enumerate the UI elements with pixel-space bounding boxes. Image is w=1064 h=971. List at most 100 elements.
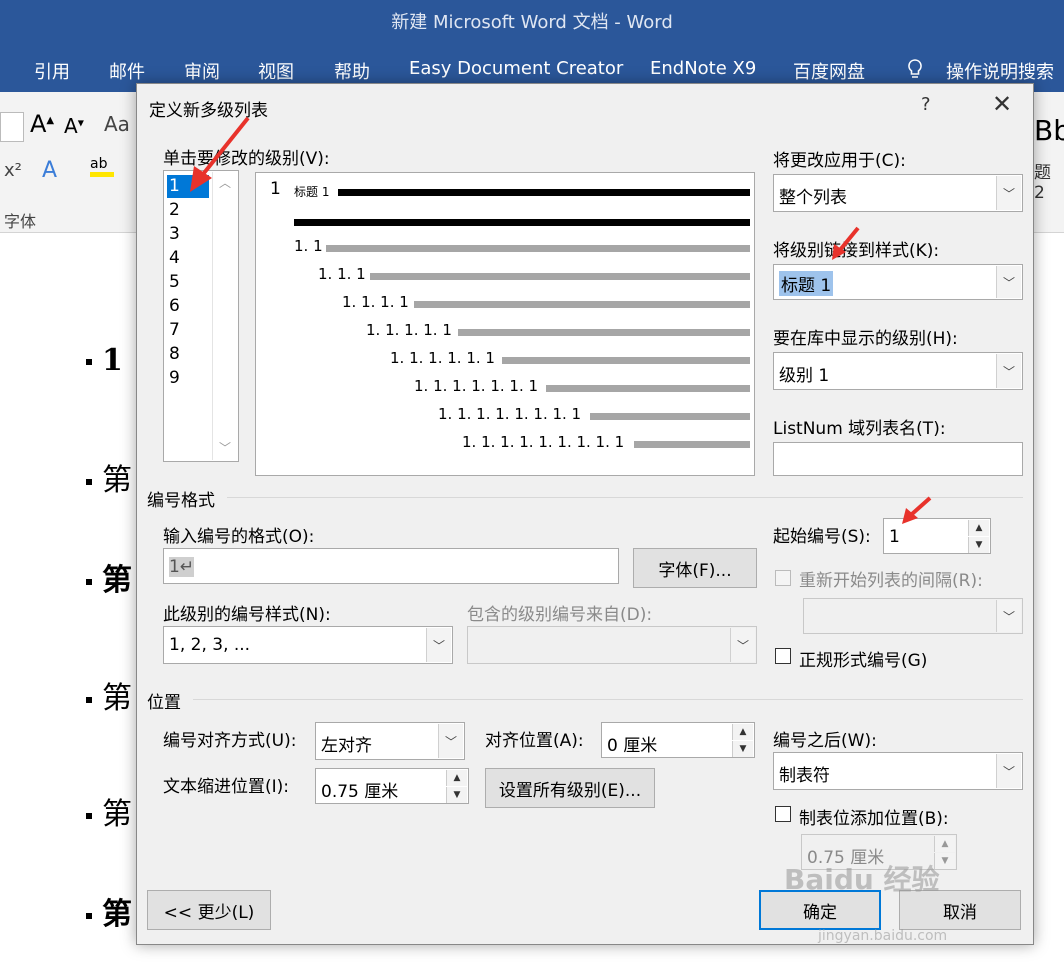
restart-combo[interactable]: ﹀ bbox=[803, 598, 1023, 634]
chevron-down-icon[interactable]: ﹀ bbox=[996, 754, 1021, 788]
follow-with-combo[interactable]: 制表符 ﹀ bbox=[773, 752, 1023, 790]
preview-bar bbox=[634, 441, 750, 448]
tab-easy-document-creator[interactable]: Easy Document Creator bbox=[409, 58, 623, 79]
preview-bar bbox=[502, 357, 750, 364]
doc-heading-line: 第 bbox=[86, 555, 132, 599]
listnum-field[interactable] bbox=[773, 442, 1023, 476]
spin-up-icon[interactable]: ▲ bbox=[934, 836, 955, 852]
restart-checkbox[interactable] bbox=[775, 570, 791, 586]
aligned-at-label: 对齐位置(A): bbox=[485, 731, 584, 751]
tab-references[interactable]: 引用 bbox=[34, 58, 70, 84]
font-group-label: 字体 bbox=[4, 212, 37, 231]
apply-to-value: 整个列表 bbox=[779, 188, 847, 208]
start-at-label: 起始编号(S): bbox=[773, 527, 871, 547]
number-format-group-label: 编号格式 bbox=[147, 491, 215, 511]
spin-up-icon[interactable]: ▲ bbox=[446, 770, 467, 786]
link-style-combo[interactable]: 标题 1 ﹀ bbox=[773, 264, 1023, 300]
help-button[interactable]: ? bbox=[921, 94, 931, 115]
follow-with-value: 制表符 bbox=[779, 766, 830, 786]
spin-down-icon[interactable]: ▼ bbox=[732, 741, 753, 757]
tab-view[interactable]: 视图 bbox=[258, 58, 294, 84]
follow-with-label: 编号之后(W): bbox=[773, 731, 877, 751]
level-listbox[interactable]: 1 2 3 4 5 6 7 8 9 ︿ ﹀ bbox=[163, 170, 239, 462]
level-item[interactable]: 8 bbox=[167, 343, 209, 366]
shrink-font-icon[interactable]: A▼ bbox=[64, 114, 84, 138]
chevron-down-icon[interactable]: ﹀ bbox=[438, 724, 463, 758]
level-item[interactable]: 5 bbox=[167, 271, 209, 294]
add-tab-stop-label: 制表位添加位置(B): bbox=[799, 809, 949, 829]
preview-bar bbox=[370, 273, 750, 280]
preview-bar bbox=[326, 245, 750, 252]
level-item[interactable]: 3 bbox=[167, 223, 209, 246]
style-preview[interactable]: Bb bbox=[1034, 114, 1064, 147]
chevron-down-icon[interactable]: ﹀ bbox=[996, 600, 1021, 632]
tell-me-search[interactable]: 操作说明搜索 bbox=[946, 58, 1054, 84]
superscript-icon[interactable]: x² bbox=[4, 160, 22, 181]
number-format-value: 1↵ bbox=[169, 557, 195, 577]
change-case-icon[interactable]: Aa bbox=[104, 112, 130, 136]
spin-down-icon[interactable]: ▼ bbox=[446, 787, 467, 803]
preview-bar bbox=[458, 329, 750, 336]
title-bar: 新建 Microsoft Word 文档 - Word bbox=[0, 0, 1064, 44]
link-style-value: 标题 1 bbox=[779, 271, 834, 296]
chevron-down-icon[interactable]: ﹀ bbox=[730, 628, 755, 662]
level-scrollbar[interactable]: ︿ ﹀ bbox=[212, 172, 237, 460]
grow-font-icon[interactable]: A▲ bbox=[30, 110, 54, 138]
restart-label: 重新开始列表的间隔(R): bbox=[799, 571, 983, 591]
tab-endnote[interactable]: EndNote X9 bbox=[650, 58, 756, 79]
text-indent-label: 文本缩进位置(I): bbox=[163, 777, 290, 797]
window-title: 新建 Microsoft Word 文档 - Word bbox=[391, 12, 673, 33]
preview-row: 1. 1. 1 bbox=[318, 265, 366, 283]
add-tab-stop-checkbox[interactable] bbox=[775, 806, 791, 822]
chevron-down-icon[interactable]: ﹀ bbox=[426, 628, 451, 662]
scroll-down-icon[interactable]: ﹀ bbox=[219, 439, 231, 456]
level-item[interactable]: 2 bbox=[167, 199, 209, 222]
tab-help[interactable]: 帮助 bbox=[334, 58, 370, 84]
apply-to-label: 将更改应用于(C): bbox=[773, 151, 906, 171]
number-format-input[interactable]: 1↵ bbox=[163, 548, 619, 584]
font-button[interactable]: 字体(F)... bbox=[633, 548, 757, 588]
text-indent-spinner[interactable]: 0.75 厘米 ▲ ▼ bbox=[315, 768, 469, 804]
preview-level1-number: 1 bbox=[270, 179, 281, 199]
chevron-down-icon[interactable]: ﹀ bbox=[996, 354, 1021, 388]
doc-heading-line: 第 bbox=[86, 673, 132, 717]
preview-bar bbox=[338, 189, 750, 196]
legal-numbering-checkbox[interactable] bbox=[775, 648, 791, 664]
include-level-combo[interactable]: ﹀ bbox=[467, 626, 757, 664]
spin-up-icon[interactable]: ▲ bbox=[732, 724, 753, 740]
text-indent-value: 0.75 厘米 bbox=[321, 782, 399, 802]
apply-to-combo[interactable]: 整个列表 ﹀ bbox=[773, 174, 1023, 212]
level-item[interactable]: 7 bbox=[167, 319, 209, 342]
less-button[interactable]: << 更少(L) bbox=[147, 890, 271, 930]
font-size-combo[interactable] bbox=[0, 112, 24, 142]
gallery-level-label: 要在库中显示的级别(H): bbox=[773, 329, 958, 349]
list-preview: 1 标题 1 1. 1 1. 1. 1 1. 1. 1. 1 1. 1. 1. … bbox=[255, 172, 755, 476]
set-all-levels-button[interactable]: 设置所有级别(E)... bbox=[485, 768, 655, 808]
doc-heading-line: 第 bbox=[86, 789, 132, 833]
close-icon[interactable]: ✕ bbox=[987, 90, 1017, 118]
level-item[interactable]: 4 bbox=[167, 247, 209, 270]
gallery-level-combo[interactable]: 级别 1 ﹀ bbox=[773, 352, 1023, 390]
level-item[interactable]: 9 bbox=[167, 367, 209, 390]
preview-row: 1. 1. 1. 1. 1. 1. 1 bbox=[414, 377, 539, 395]
preview-row: 1. 1. 1. 1. 1. 1. 1. 1 bbox=[438, 405, 582, 423]
number-style-value: 1, 2, 3, ... bbox=[169, 635, 251, 655]
tab-review[interactable]: 审阅 bbox=[184, 58, 220, 84]
chevron-down-icon[interactable]: ﹀ bbox=[996, 266, 1021, 298]
preview-row: 1. 1 bbox=[294, 237, 323, 255]
tab-baidu-netdisk[interactable]: 百度网盘 bbox=[793, 58, 865, 84]
level-item[interactable]: 6 bbox=[167, 295, 209, 318]
text-effects-icon[interactable]: A bbox=[42, 158, 57, 183]
alignment-label: 编号对齐方式(U): bbox=[163, 731, 297, 751]
tab-mailings[interactable]: 邮件 bbox=[109, 58, 145, 84]
annotation-arrow-icon bbox=[190, 116, 250, 192]
chevron-down-icon[interactable]: ﹀ bbox=[996, 176, 1021, 210]
enter-format-label: 输入编号的格式(O): bbox=[163, 527, 315, 547]
aligned-at-spinner[interactable]: 0 厘米 ▲ ▼ bbox=[601, 722, 755, 758]
highlight-icon[interactable]: ab bbox=[90, 156, 114, 177]
spin-down-icon[interactable]: ▼ bbox=[968, 537, 989, 553]
spin-up-icon[interactable]: ▲ bbox=[968, 520, 989, 536]
alignment-combo[interactable]: 左对齐 ﹀ bbox=[315, 722, 465, 760]
number-style-combo[interactable]: 1, 2, 3, ... ﹀ bbox=[163, 626, 453, 664]
number-style-label: 此级别的编号样式(N): bbox=[163, 605, 331, 625]
